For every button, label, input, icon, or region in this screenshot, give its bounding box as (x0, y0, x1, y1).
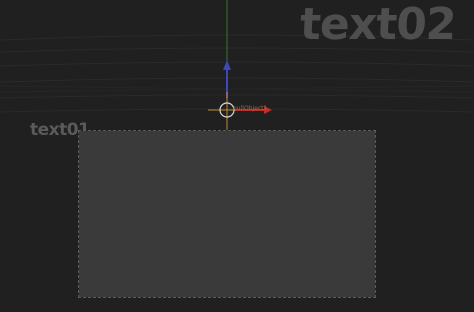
plane-object[interactable] (78, 130, 376, 298)
text-object-large[interactable]: text02 (299, 0, 457, 52)
gizmo-label: nullObject1 (233, 105, 268, 112)
arrow-up-icon[interactable] (223, 60, 231, 70)
3d-viewport[interactable]: text02 text01 nullObject1 (0, 0, 474, 312)
